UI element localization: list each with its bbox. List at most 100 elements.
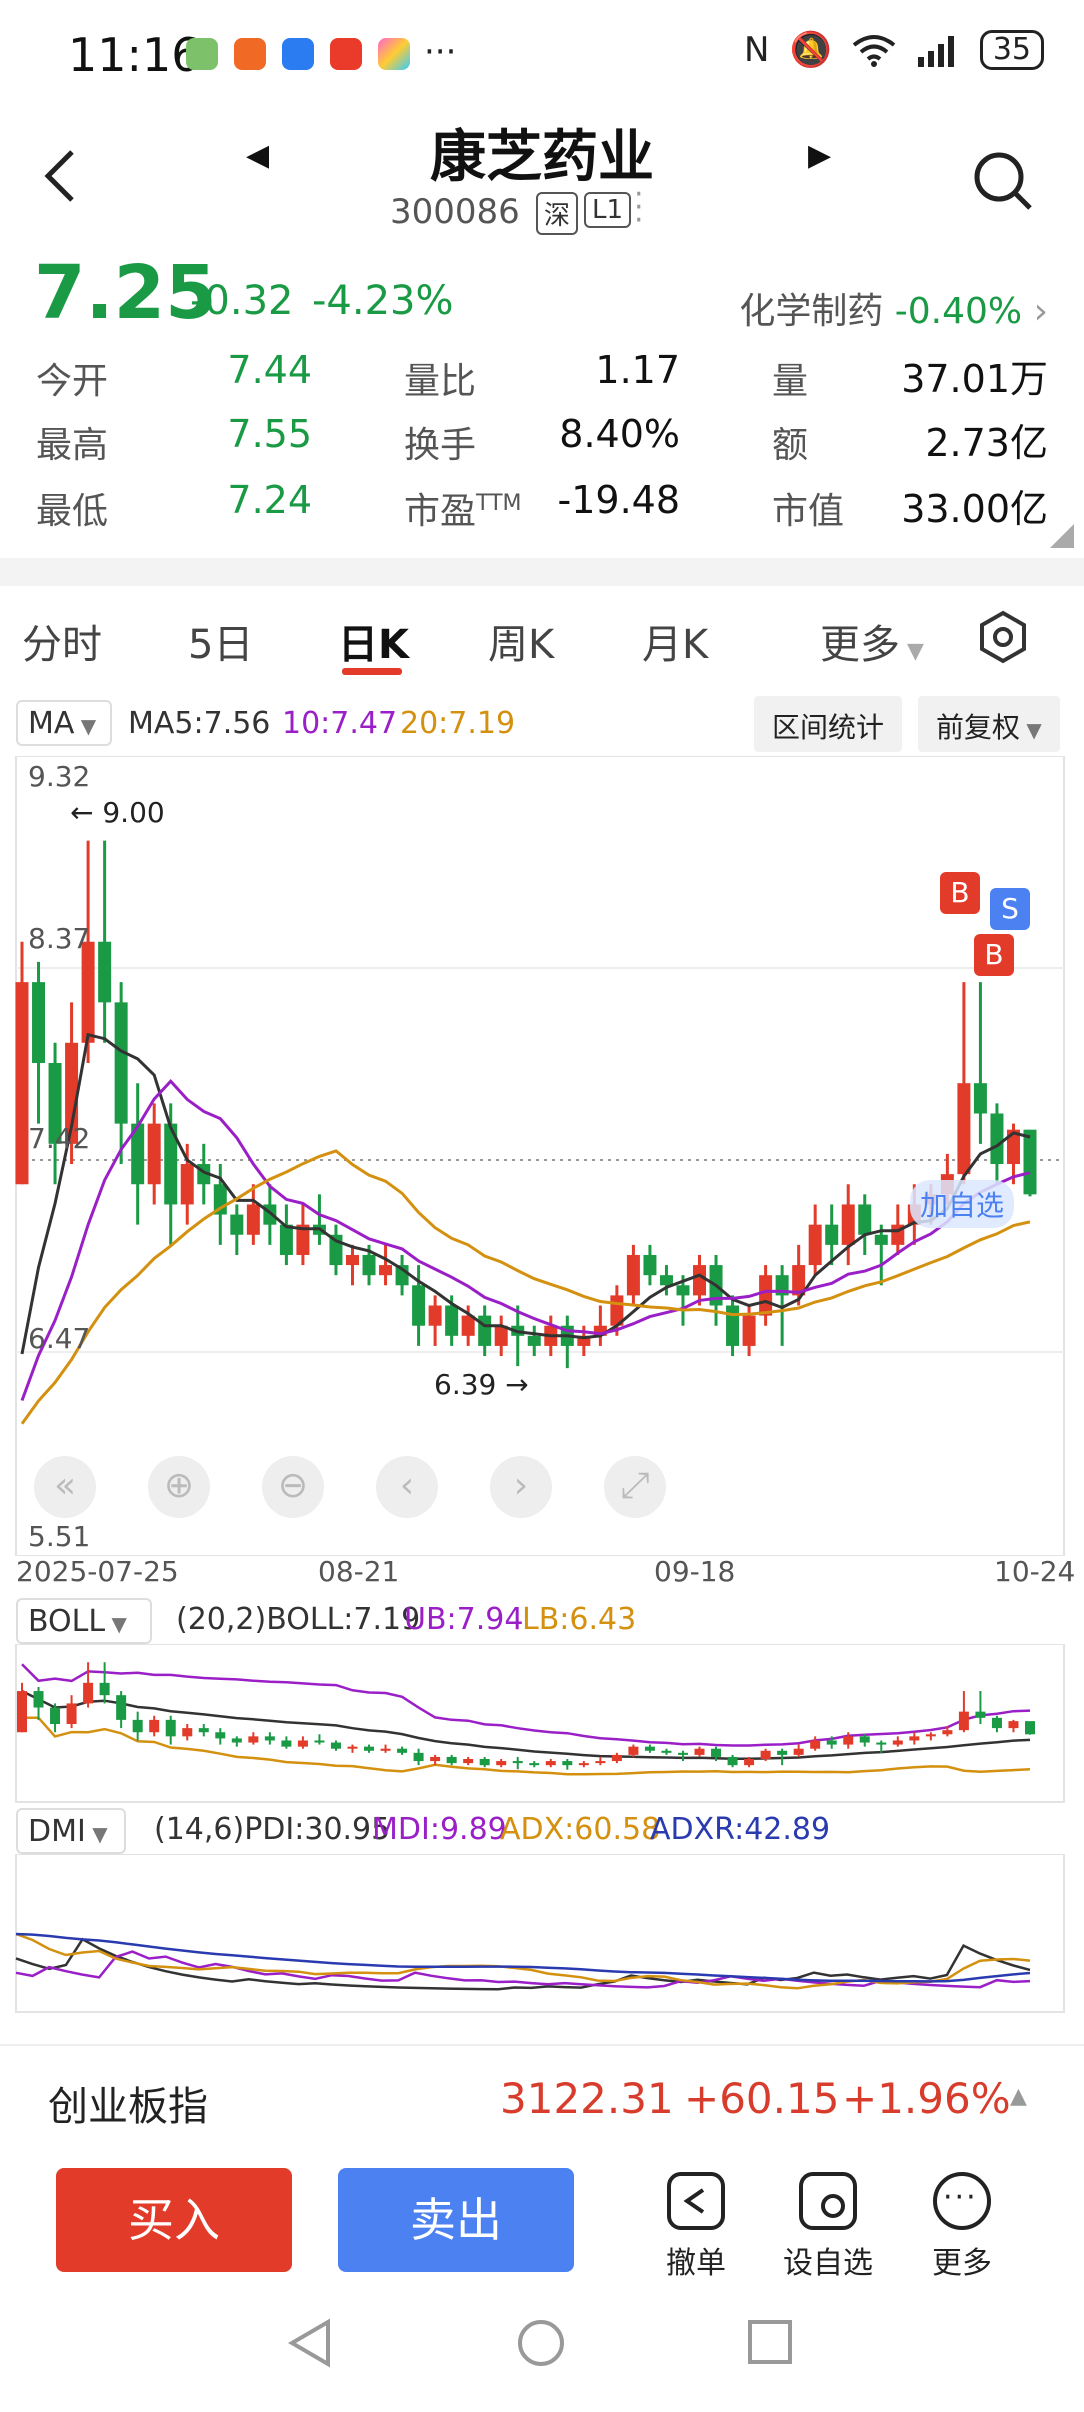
stat-value: 33.00亿 <box>901 487 1048 531</box>
nav-back-icon[interactable] <box>286 2318 334 2368</box>
caret-down-icon: ▼ <box>85 1822 108 1846</box>
chart-settings-button[interactable] <box>976 610 1030 664</box>
boll-candle-body <box>611 1754 622 1762</box>
index-name: 创业板指 <box>48 2084 208 2130</box>
battery-icon: 35 <box>979 30 1044 70</box>
boll-candle-body <box>281 1740 292 1747</box>
sell-button[interactable]: 卖出 <box>338 2168 574 2272</box>
tab-more[interactable]: 更多 ▼ <box>820 612 924 670</box>
boll-candle-body <box>397 1748 408 1753</box>
rewind-button[interactable]: « <box>34 1456 96 1518</box>
boll-candle-body <box>149 1719 160 1733</box>
cancel-order-button[interactable]: 撤单 <box>646 2172 746 2282</box>
boll-candle-body <box>231 1738 242 1743</box>
boll-candle-body <box>215 1732 226 1739</box>
tab-intraday[interactable]: 分时 <box>22 612 102 670</box>
adjust-label: 前复权 <box>936 711 1021 744</box>
boll-selector[interactable]: BOLL ▼ <box>16 1598 152 1644</box>
boll-candle-body <box>364 1746 375 1751</box>
boll-candle-body <box>777 1750 788 1755</box>
x-axis-label: 10-24 <box>994 1555 1076 1588</box>
boll-candle-body <box>132 1719 143 1733</box>
index-change: +60.15 <box>684 2074 840 2123</box>
nfc-icon: N <box>744 30 770 70</box>
boll-candle-body <box>925 1734 936 1737</box>
search-icon <box>974 152 1032 210</box>
stat-label: 量 <box>772 361 809 402</box>
caret-down-icon: ▼ <box>105 1612 127 1636</box>
boll-candle-body <box>496 1761 507 1766</box>
candle-body <box>808 1224 822 1266</box>
stat-value: 7.24 <box>227 478 312 522</box>
tab-monthly-k[interactable]: 月K <box>642 612 708 670</box>
low-annotation: 6.39 → <box>434 1368 529 1401</box>
stat-value: 1.17 <box>595 348 680 392</box>
nav-recents-icon[interactable] <box>746 2318 794 2366</box>
tab-daily-k[interactable]: 日K <box>338 612 409 670</box>
sell-signal-badge: S <box>990 888 1030 930</box>
pan-left-button[interactable]: ‹ <box>376 1456 438 1518</box>
candle-body <box>1023 1129 1037 1195</box>
y-tick-label: 5.51 <box>28 1520 91 1553</box>
boll-candle-body <box>512 1761 523 1764</box>
boll-candle-body <box>1008 1721 1019 1729</box>
buy-signal-badge: B <box>940 872 980 914</box>
next-stock-button[interactable]: ▶ <box>808 138 831 173</box>
boll-candle-body <box>711 1748 722 1757</box>
add-watch-chip[interactable]: 加自选 <box>910 1180 1015 1228</box>
boll-lb: LB:6.43 <box>522 1602 637 1637</box>
boll-candle-body <box>330 1742 341 1749</box>
boll-candle-body <box>826 1740 837 1745</box>
candle-body <box>659 1275 673 1286</box>
boll-candle-body <box>264 1736 275 1741</box>
search-button[interactable] <box>972 150 1034 216</box>
zoom-out-button[interactable]: ⊖ <box>262 1456 324 1518</box>
y-tick-label: 8.37 <box>28 922 91 955</box>
candle-body <box>180 1164 194 1205</box>
expand-corner-icon[interactable] <box>1050 524 1074 548</box>
candle-body <box>279 1224 293 1255</box>
indicator-selector[interactable]: MA ▼ <box>16 700 112 746</box>
range-stats-button[interactable]: 区间统计 <box>754 696 903 752</box>
buy-button[interactable]: 买入 <box>56 2168 292 2272</box>
zoom-in-button[interactable]: ⊕ <box>148 1456 210 1518</box>
boll-candle-body <box>347 1746 358 1749</box>
boll-candle-body <box>430 1756 441 1762</box>
candle-body <box>362 1254 376 1276</box>
boll-candle-body <box>1025 1721 1035 1735</box>
tab-weekly-k[interactable]: 周K <box>488 612 554 670</box>
kline-chart[interactable] <box>0 756 1084 1556</box>
sector-name: 化学制药 <box>739 291 884 332</box>
dmi-selector[interactable]: DMI ▼ <box>16 1808 126 1854</box>
boll-candle-body <box>810 1740 821 1749</box>
candle-body <box>742 1315 756 1346</box>
boll-candle-body <box>644 1746 655 1751</box>
adjust-selector[interactable]: 前复权 ▼ <box>918 696 1060 752</box>
boll-candle-body <box>50 1707 61 1724</box>
exchange-tag: 深 <box>536 192 579 235</box>
stock-title: 康芝药业 <box>430 125 654 190</box>
sector-link[interactable]: 化学制药 -0.40% › <box>739 282 1048 334</box>
ma20-legend: 20:7.19 <box>400 706 516 741</box>
pan-right-button[interactable]: › <box>490 1456 552 1518</box>
expand-up-icon[interactable]: ▲ <box>1010 2084 1027 2109</box>
boll-candle-body <box>413 1752 424 1762</box>
boll-candle-body <box>727 1756 738 1766</box>
set-watch-button[interactable]: 设自选 <box>778 2172 878 2282</box>
candle-body <box>246 1204 260 1235</box>
section-divider <box>0 558 1084 586</box>
boll-candle-body <box>66 1703 77 1724</box>
boll-candle-body <box>116 1695 127 1720</box>
fullscreen-button[interactable]: ⤢ <box>604 1456 666 1518</box>
candle-body <box>973 1083 987 1114</box>
more-button[interactable]: ··· 更多 <box>912 2172 1012 2282</box>
boll-candle-body <box>744 1759 755 1766</box>
nav-home-icon[interactable] <box>516 2318 566 2368</box>
prev-stock-button[interactable]: ◀ <box>246 138 269 173</box>
boll-candle-body <box>248 1736 259 1743</box>
tab-5day[interactable]: 5日 <box>188 612 253 670</box>
boll-candle-body <box>909 1736 920 1741</box>
boll-candle-body <box>297 1740 308 1747</box>
y-tick-label: 6.47 <box>28 1322 91 1355</box>
more-notifications-icon: ··· <box>424 32 457 72</box>
